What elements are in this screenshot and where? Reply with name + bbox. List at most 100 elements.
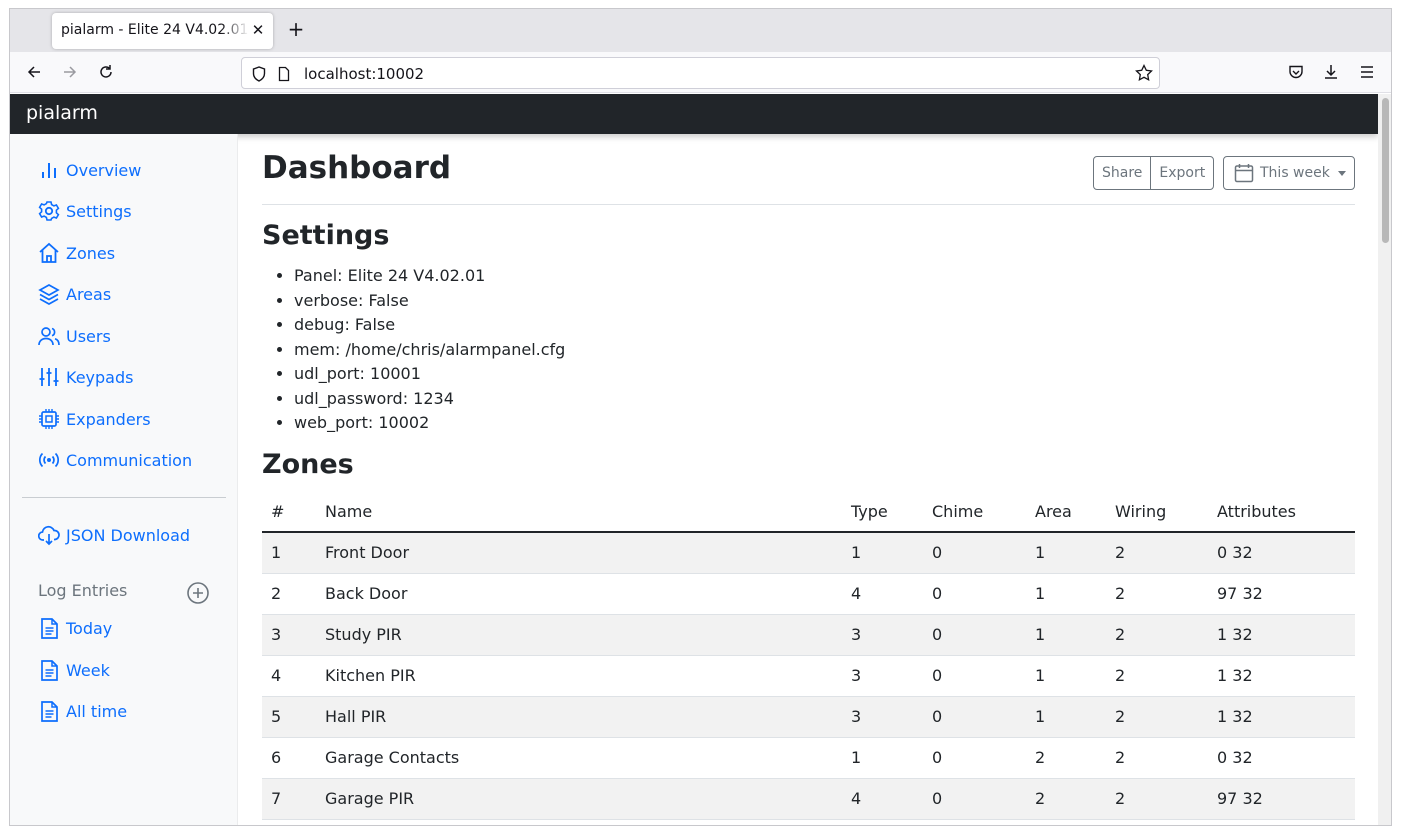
sidebar-item-label: All time: [66, 701, 128, 721]
top-navbar: pialarm: [10, 94, 1378, 134]
table-cell: 97 32: [1208, 573, 1355, 615]
shield-icon[interactable]: [252, 66, 266, 82]
tab-title: pialarm - Elite 24 V4.02.01: [61, 22, 249, 38]
table-cell: 1: [1026, 614, 1106, 656]
settings-list: Panel: Elite 24 V4.02.01 verbose: False …: [294, 264, 565, 436]
table-cell: 3: [262, 614, 316, 656]
document-icon: [41, 618, 58, 639]
calendar-icon: [1234, 164, 1254, 183]
table-cell: Kitchen PIR: [316, 655, 842, 697]
brand-link[interactable]: pialarm: [26, 102, 98, 124]
sidebar-item-users[interactable]: Users: [38, 322, 111, 350]
json-download-link[interactable]: JSON Download: [38, 521, 190, 549]
table-row: 4 Kitchen PIR 3 0 1 2 1 32: [262, 655, 1355, 697]
column-header: #: [262, 492, 316, 533]
period-label: This week: [1260, 165, 1330, 181]
table-cell: 4: [262, 655, 316, 697]
table-row: 6 Garage Contacts 1 0 2 2 0 32: [262, 737, 1355, 779]
sidebar-item-label: Keypads: [66, 367, 134, 387]
table-row: 1 Front Door 1 0 1 2 0 32: [262, 532, 1355, 574]
table-cell: 2: [1106, 655, 1208, 697]
pocket-icon[interactable]: [1285, 61, 1307, 83]
list-item: mem: /home/chris/alarmpanel.cfg: [294, 338, 565, 363]
list-item: verbose: False: [294, 289, 565, 314]
close-tab-icon[interactable]: ✕: [249, 21, 267, 39]
document-icon: [41, 660, 58, 681]
cloud-download-icon: [38, 525, 60, 546]
column-header: Wiring: [1106, 492, 1208, 533]
sidebar-item-keypads[interactable]: Keypads: [38, 363, 133, 391]
sidebar-item-settings[interactable]: Settings: [38, 197, 132, 225]
navigation-toolbar: localhost:10002: [10, 52, 1391, 93]
reload-icon[interactable]: [95, 61, 117, 83]
table-cell: 0: [923, 696, 1026, 738]
table-cell: 1: [1026, 696, 1106, 738]
page-icon: [278, 66, 290, 82]
sidebar-item-label: Communication: [66, 450, 193, 470]
table-cell: 5: [262, 696, 316, 738]
scrollbar-thumb[interactable]: [1382, 98, 1389, 243]
table-cell: 1 32: [1208, 614, 1355, 656]
sidebar-item-label: Expanders: [66, 409, 151, 429]
page-title: Dashboard: [262, 150, 452, 186]
url-bar[interactable]: localhost:10002: [241, 57, 1160, 89]
url-text: localhost:10002: [304, 65, 425, 83]
title-divider: [262, 204, 1355, 205]
table-cell: 4: [842, 573, 923, 615]
sidebar-item-label: Users: [66, 326, 111, 346]
sidebar-item-areas[interactable]: Areas: [38, 280, 111, 308]
table-cell: 2: [1026, 778, 1106, 820]
table-cell: 3: [842, 696, 923, 738]
json-download-label: JSON Download: [66, 525, 191, 545]
sidebar-item-week[interactable]: Week: [38, 656, 110, 684]
forward-icon[interactable]: [59, 61, 81, 83]
bookmark-star-icon[interactable]: [1135, 64, 1153, 82]
tab-strip: pialarm - Elite 24 V4.02.01 ✕ +: [10, 9, 1391, 52]
share-export-group: Share Export: [1093, 156, 1215, 190]
back-icon[interactable]: [23, 61, 45, 83]
sidebar: Overview Settings Zones Areas Users Keyp…: [10, 134, 238, 825]
table-cell: 0: [923, 737, 1026, 779]
zones-table: # Name Type Chime Area Wiring Attributes…: [262, 492, 1355, 820]
broadcast-icon: [38, 452, 60, 468]
sidebar-item-expanders[interactable]: Expanders: [38, 405, 151, 433]
table-cell: 6: [262, 737, 316, 779]
sidebar-item-communication[interactable]: Communication: [38, 446, 192, 474]
table-cell: 2: [1106, 614, 1208, 656]
sidebar-item-all-time[interactable]: All time: [38, 697, 127, 725]
share-button[interactable]: Share: [1094, 157, 1150, 189]
table-cell: 0: [923, 614, 1026, 656]
table-cell: 3: [842, 614, 923, 656]
downloads-icon[interactable]: [1320, 61, 1342, 83]
sidebar-item-today[interactable]: Today: [38, 614, 112, 642]
table-cell: 7: [262, 778, 316, 820]
users-icon: [38, 327, 60, 346]
table-cell: 0 32: [1208, 532, 1355, 574]
settings-heading: Settings: [262, 220, 390, 251]
layers-icon: [38, 284, 60, 305]
bar-chart-icon: [42, 163, 56, 178]
house-icon: [39, 242, 59, 263]
table-cell: 2: [1106, 696, 1208, 738]
table-cell: Back Door: [316, 573, 842, 615]
table-cell: Garage PIR: [316, 778, 842, 820]
page-scrollbar[interactable]: [1378, 94, 1391, 825]
hamburger-menu-icon[interactable]: [1356, 61, 1378, 83]
export-button[interactable]: Export: [1150, 157, 1213, 189]
chevron-down-icon: [1337, 170, 1346, 176]
sidebar-item-zones[interactable]: Zones: [38, 239, 115, 267]
browser-tab[interactable]: pialarm - Elite 24 V4.02.01 ✕: [52, 13, 273, 49]
list-item: udl_password: 1234: [294, 387, 565, 412]
table-row: 5 Hall PIR 3 0 1 2 1 32: [262, 696, 1355, 738]
column-header: Attributes: [1208, 492, 1355, 533]
table-cell: 1: [842, 737, 923, 779]
table-cell: 2: [1106, 532, 1208, 574]
new-tab-icon[interactable]: +: [286, 19, 306, 40]
browser-window: pialarm - Elite 24 V4.02.01 ✕ + localhos…: [9, 8, 1392, 826]
table-cell: 0 32: [1208, 737, 1355, 779]
table-cell: Study PIR: [316, 614, 842, 656]
sidebar-item-overview[interactable]: Overview: [38, 156, 141, 184]
add-circle-icon[interactable]: [186, 581, 210, 605]
list-item: udl_port: 10001: [294, 362, 565, 387]
period-dropdown-button[interactable]: This week: [1223, 156, 1355, 190]
